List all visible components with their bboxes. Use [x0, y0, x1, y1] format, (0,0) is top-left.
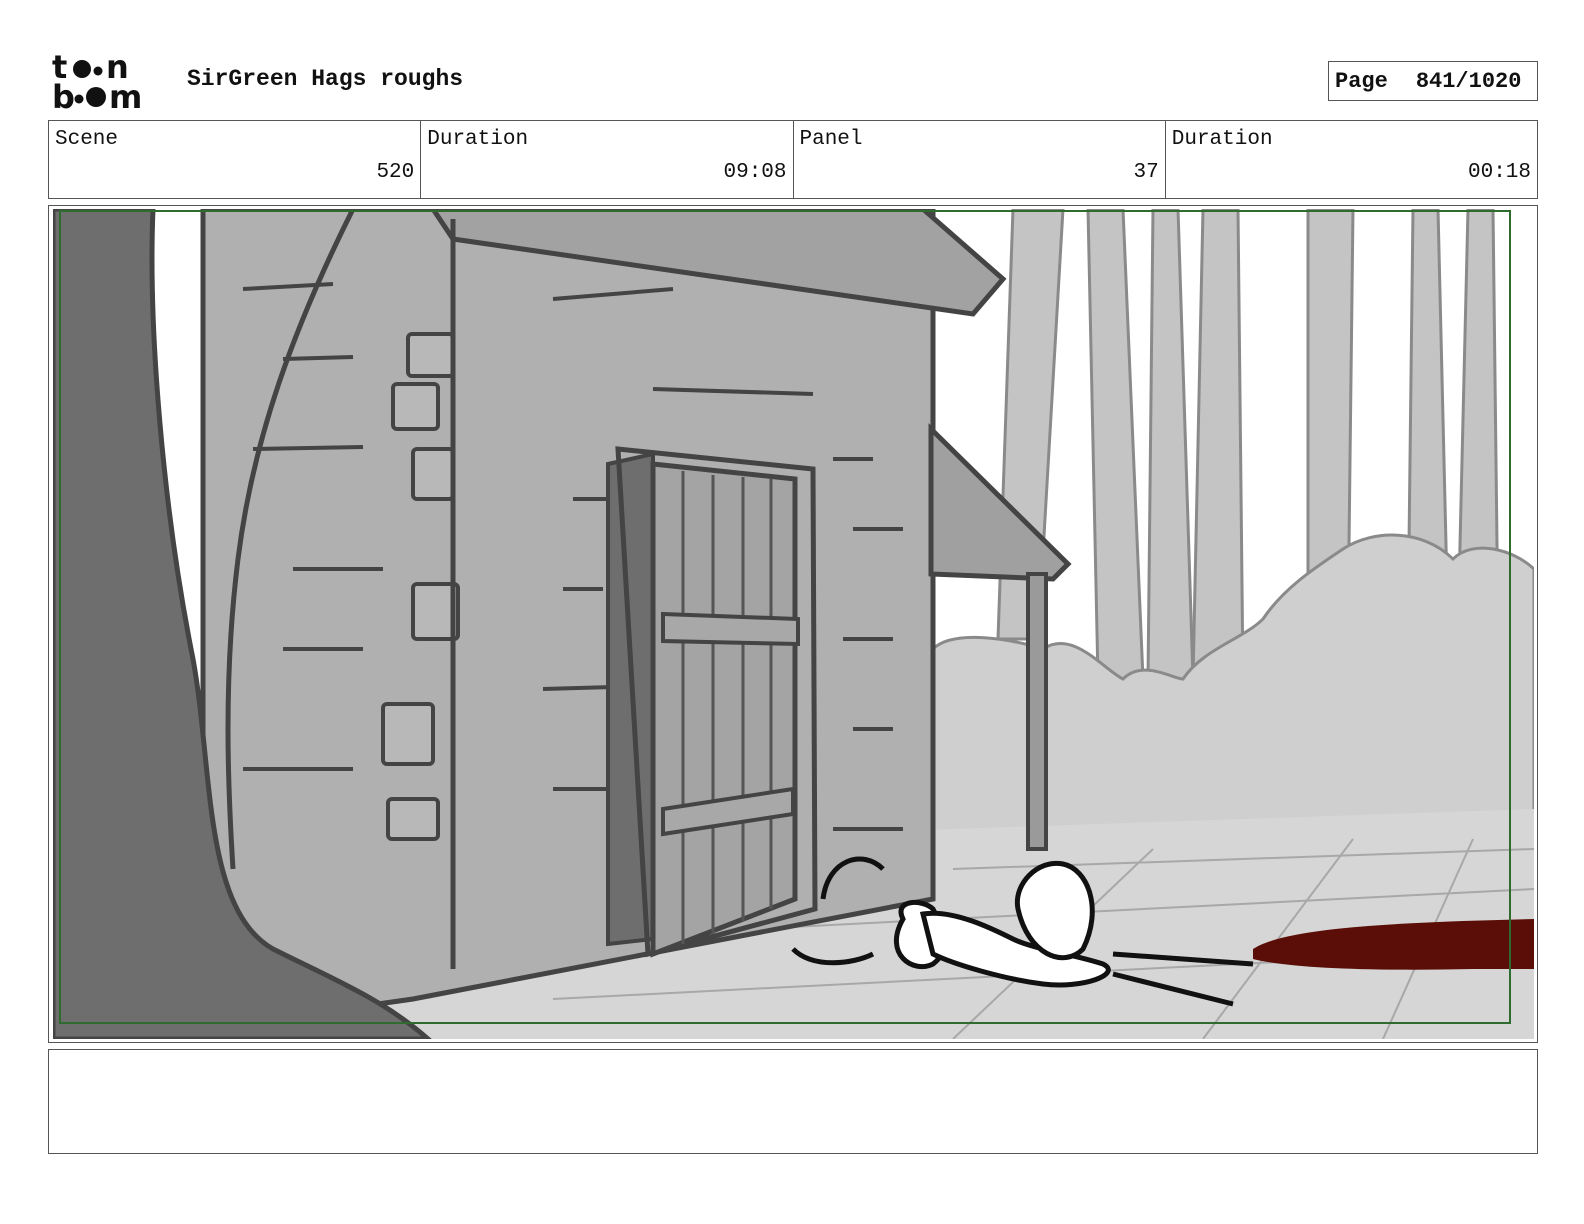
- scene-number: 520: [376, 161, 415, 184]
- panel-duration-value: 00:18: [1467, 161, 1531, 184]
- scene-info-table: Scene 520 Duration 09:08 Panel 37 Durati…: [48, 120, 1538, 199]
- svg-text:m: m: [109, 78, 142, 112]
- scene-cell: Scene 520: [49, 121, 422, 198]
- panel-label: Panel: [799, 128, 863, 151]
- storyboard-panel-drawing: [53, 209, 1534, 1039]
- panel-cell: Panel 37: [794, 121, 1166, 198]
- scene-label: Scene: [55, 128, 119, 151]
- wooden-door: [650, 461, 800, 958]
- panel-duration-cell: Duration 00:18: [1166, 121, 1537, 198]
- panel-duration-label: Duration: [1171, 128, 1273, 151]
- toonboom-logo-mark: t n b m: [52, 48, 142, 116]
- page-indicator: Page 841/1020: [1328, 61, 1538, 101]
- panel-notes-box: [48, 1049, 1538, 1154]
- scene-duration-value: 09:08: [723, 161, 787, 184]
- page-label: Page: [1335, 68, 1388, 94]
- toonboom-logo: t n b m: [52, 48, 164, 116]
- scene-duration-cell: Duration 09:08: [421, 121, 794, 198]
- svg-text:b: b: [52, 78, 75, 112]
- scene-duration-label: Duration: [427, 128, 529, 151]
- page-number: 841/1020: [1415, 68, 1522, 94]
- panel-number: 37: [1133, 161, 1159, 184]
- project-title: SirGreen Hags roughs: [187, 66, 464, 92]
